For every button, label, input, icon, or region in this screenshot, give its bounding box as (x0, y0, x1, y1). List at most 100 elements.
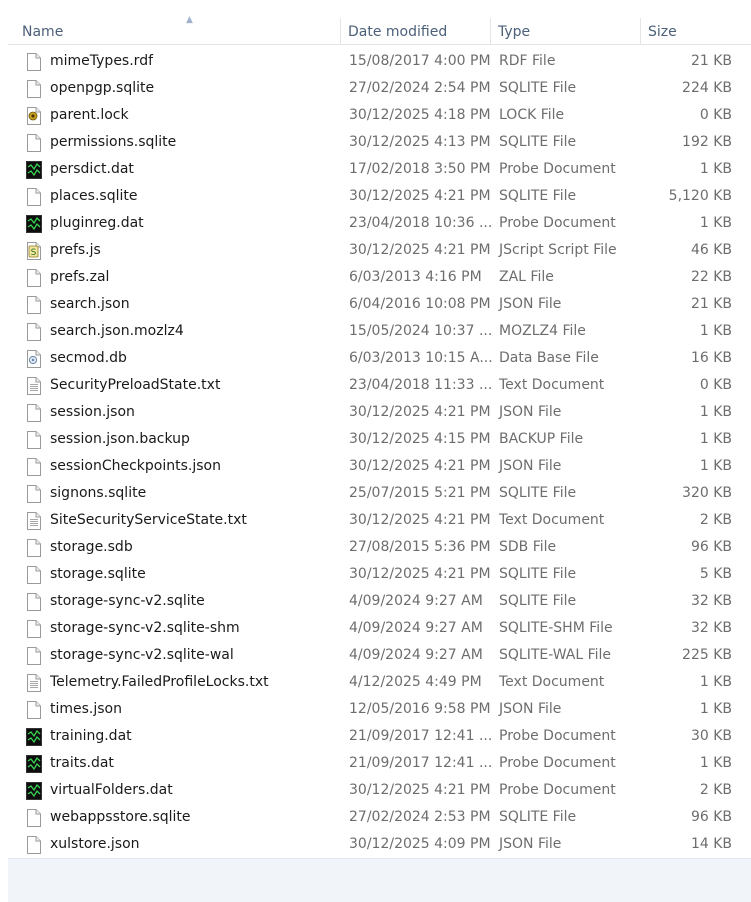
file-date-modified: 30/12/2025 4:21 PM (349, 782, 491, 798)
file-type: LOCK File (499, 107, 565, 123)
file-row[interactable]: xulstore.json 30/12/2025 4:09 PM JSON File… (8, 831, 751, 858)
file-size: 32 KB (690, 620, 732, 636)
file-date-modified: 30/12/2025 4:21 PM (349, 458, 491, 474)
text-document-icon (26, 674, 42, 692)
file-row[interactable]: session.json.backup 30/12/2025 4:15 PM BAC… (8, 426, 751, 453)
file-row[interactable]: prefs.zal 6/03/2013 4:16 PM ZAL File 22 KB (8, 264, 751, 291)
file-date-modified: 6/03/2013 4:16 PM (349, 269, 482, 285)
file-row[interactable]: sessionCheckpoints.json 30/12/2025 4:21 P… (8, 453, 751, 480)
file-type: SQLITE File (499, 809, 577, 825)
probe-document-icon (26, 215, 42, 233)
file-type: SQLITE File (499, 593, 577, 609)
column-date-modified[interactable]: Date modified (348, 18, 490, 44)
status-bar (8, 858, 751, 902)
file-type: Text Document (499, 377, 605, 393)
file-row[interactable]: traits.dat 21/09/2017 12:41 ... Probe Docu… (8, 750, 751, 777)
file-size: 30 KB (690, 728, 732, 744)
file-type: SQLITE File (499, 188, 577, 204)
file-row[interactable]: session.json 30/12/2025 4:21 PM JSON File 1… (8, 399, 751, 426)
file-size: 1 KB (699, 161, 732, 177)
file-date-modified: 15/05/2024 10:37 ... (349, 323, 493, 339)
file-size: 1 KB (699, 215, 732, 231)
file-name: mimeTypes.rdf (50, 53, 154, 69)
blank-file-icon (26, 647, 42, 665)
probe-document-icon (26, 728, 42, 746)
file-row[interactable]: openpgp.sqlite 27/02/2024 2:54 PM SQLITE F… (8, 75, 751, 102)
file-date-modified: 23/04/2018 10:36 ... (349, 215, 493, 231)
file-row[interactable]: storage.sqlite 30/12/2025 4:21 PM SQLITE F… (8, 561, 751, 588)
file-name: openpgp.sqlite (50, 80, 155, 96)
file-size: 22 KB (690, 269, 732, 285)
file-size: 2 KB (699, 512, 732, 528)
blank-file-icon (26, 80, 42, 98)
file-row[interactable]: storage-sync-v2.sqlite-wal 4/09/2024 9:27… (8, 642, 751, 669)
file-row[interactable]: secmod.db 6/03/2013 10:15 A... Data Base F… (8, 345, 751, 372)
file-name: webappsstore.sqlite (50, 809, 191, 825)
file-size: 224 KB (682, 80, 732, 96)
text-document-icon (26, 377, 42, 395)
file-type: Probe Document (499, 161, 616, 177)
file-type: Text Document (499, 512, 605, 528)
file-row[interactable]: storage-sync-v2.sqlite-shm 4/09/2024 9:27… (8, 615, 751, 642)
text-document-icon (26, 512, 42, 530)
file-row[interactable]: Sprefs.js 30/12/2025 4:21 PM JScript Scrip… (8, 237, 751, 264)
file-row[interactable]: permissions.sqlite 30/12/2025 4:13 PM SQLI… (8, 129, 751, 156)
file-row[interactable]: times.json 12/05/2016 9:58 PM JSON File 1 K… (8, 696, 751, 723)
file-type: SDB File (499, 539, 557, 555)
file-row[interactable]: webappsstore.sqlite 27/02/2024 2:53 PM SQL… (8, 804, 751, 831)
file-size: 1 KB (699, 323, 732, 339)
column-type[interactable]: Type (498, 18, 640, 44)
blank-file-icon (26, 539, 42, 557)
file-row[interactable]: Telemetry.FailedProfileLocks.txt 4/12/202… (8, 669, 751, 696)
blank-file-icon (26, 566, 42, 584)
file-row[interactable]: virtualFolders.dat 30/12/2025 4:21 PM Prob… (8, 777, 751, 804)
file-row[interactable]: storage-sync-v2.sqlite 4/09/2024 9:27 AM S… (8, 588, 751, 615)
file-date-modified: 21/09/2017 12:41 ... (349, 755, 493, 771)
file-date-modified: 30/12/2025 4:21 PM (349, 512, 491, 528)
file-name: storage-sync-v2.sqlite (50, 593, 205, 609)
file-name: search.json.mozlz4 (50, 323, 184, 339)
file-date-modified: 30/12/2025 4:21 PM (349, 242, 491, 258)
file-row[interactable]: SecurityPreloadState.txt 23/04/2018 11:33… (8, 372, 751, 399)
file-size: 96 KB (690, 539, 732, 555)
file-name: session.json.backup (50, 431, 190, 447)
file-type: RDF File (499, 53, 556, 69)
file-row[interactable]: parent.lock 30/12/2025 4:18 PM LOCK File 0 … (8, 102, 751, 129)
file-date-modified: 17/02/2018 3:50 PM (349, 161, 491, 177)
file-row[interactable]: SiteSecurityServiceState.txt 30/12/2025 4… (8, 507, 751, 534)
file-name: storage.sdb (50, 539, 133, 555)
file-name: permissions.sqlite (50, 134, 177, 150)
file-row[interactable]: persdict.dat 17/02/2018 3:50 PM Probe Docu… (8, 156, 751, 183)
file-row[interactable]: storage.sdb 27/08/2015 5:36 PM SDB File 96 … (8, 534, 751, 561)
file-row[interactable]: places.sqlite 30/12/2025 4:21 PM SQLITE Fi… (8, 183, 751, 210)
blank-file-icon (26, 701, 42, 719)
file-type: MOZLZ4 File (499, 323, 586, 339)
file-row[interactable]: training.dat 21/09/2017 12:41 ... Probe Do… (8, 723, 751, 750)
file-date-modified: 30/12/2025 4:21 PM (349, 566, 491, 582)
probe-document-icon (26, 782, 42, 800)
blank-file-icon (26, 593, 42, 611)
file-date-modified: 6/03/2013 10:15 A... (349, 350, 493, 366)
file-row[interactable]: search.json.mozlz4 15/05/2024 10:37 ... MO… (8, 318, 751, 345)
file-type: SQLITE-SHM File (499, 620, 613, 636)
file-date-modified: 30/12/2025 4:13 PM (349, 134, 491, 150)
column-size[interactable]: Size (648, 18, 748, 44)
file-row[interactable]: search.json 6/04/2016 10:08 PM JSON File 21… (8, 291, 751, 318)
file-row[interactable]: signons.sqlite 25/07/2015 5:21 PM SQLITE F… (8, 480, 751, 507)
blank-file-icon (26, 323, 42, 341)
column-divider[interactable] (340, 18, 341, 44)
column-divider[interactable] (640, 18, 641, 44)
file-row[interactable]: pluginreg.dat 23/04/2018 10:36 ... Probe D… (8, 210, 751, 237)
file-name: storage.sqlite (50, 566, 146, 582)
blank-file-icon (26, 269, 42, 287)
column-name[interactable]: Name ▲ (22, 15, 340, 44)
blank-file-icon (26, 809, 42, 827)
file-date-modified: 30/12/2025 4:21 PM (349, 404, 491, 420)
file-size: 192 KB (682, 134, 732, 150)
file-row[interactable]: mimeTypes.rdf 15/08/2017 4:00 PM RDF File 2… (8, 48, 751, 75)
probe-document-icon (26, 161, 42, 179)
column-divider[interactable] (490, 18, 491, 44)
file-name: parent.lock (50, 107, 129, 123)
file-name: sessionCheckpoints.json (50, 458, 221, 474)
file-size: 0 KB (699, 107, 732, 123)
